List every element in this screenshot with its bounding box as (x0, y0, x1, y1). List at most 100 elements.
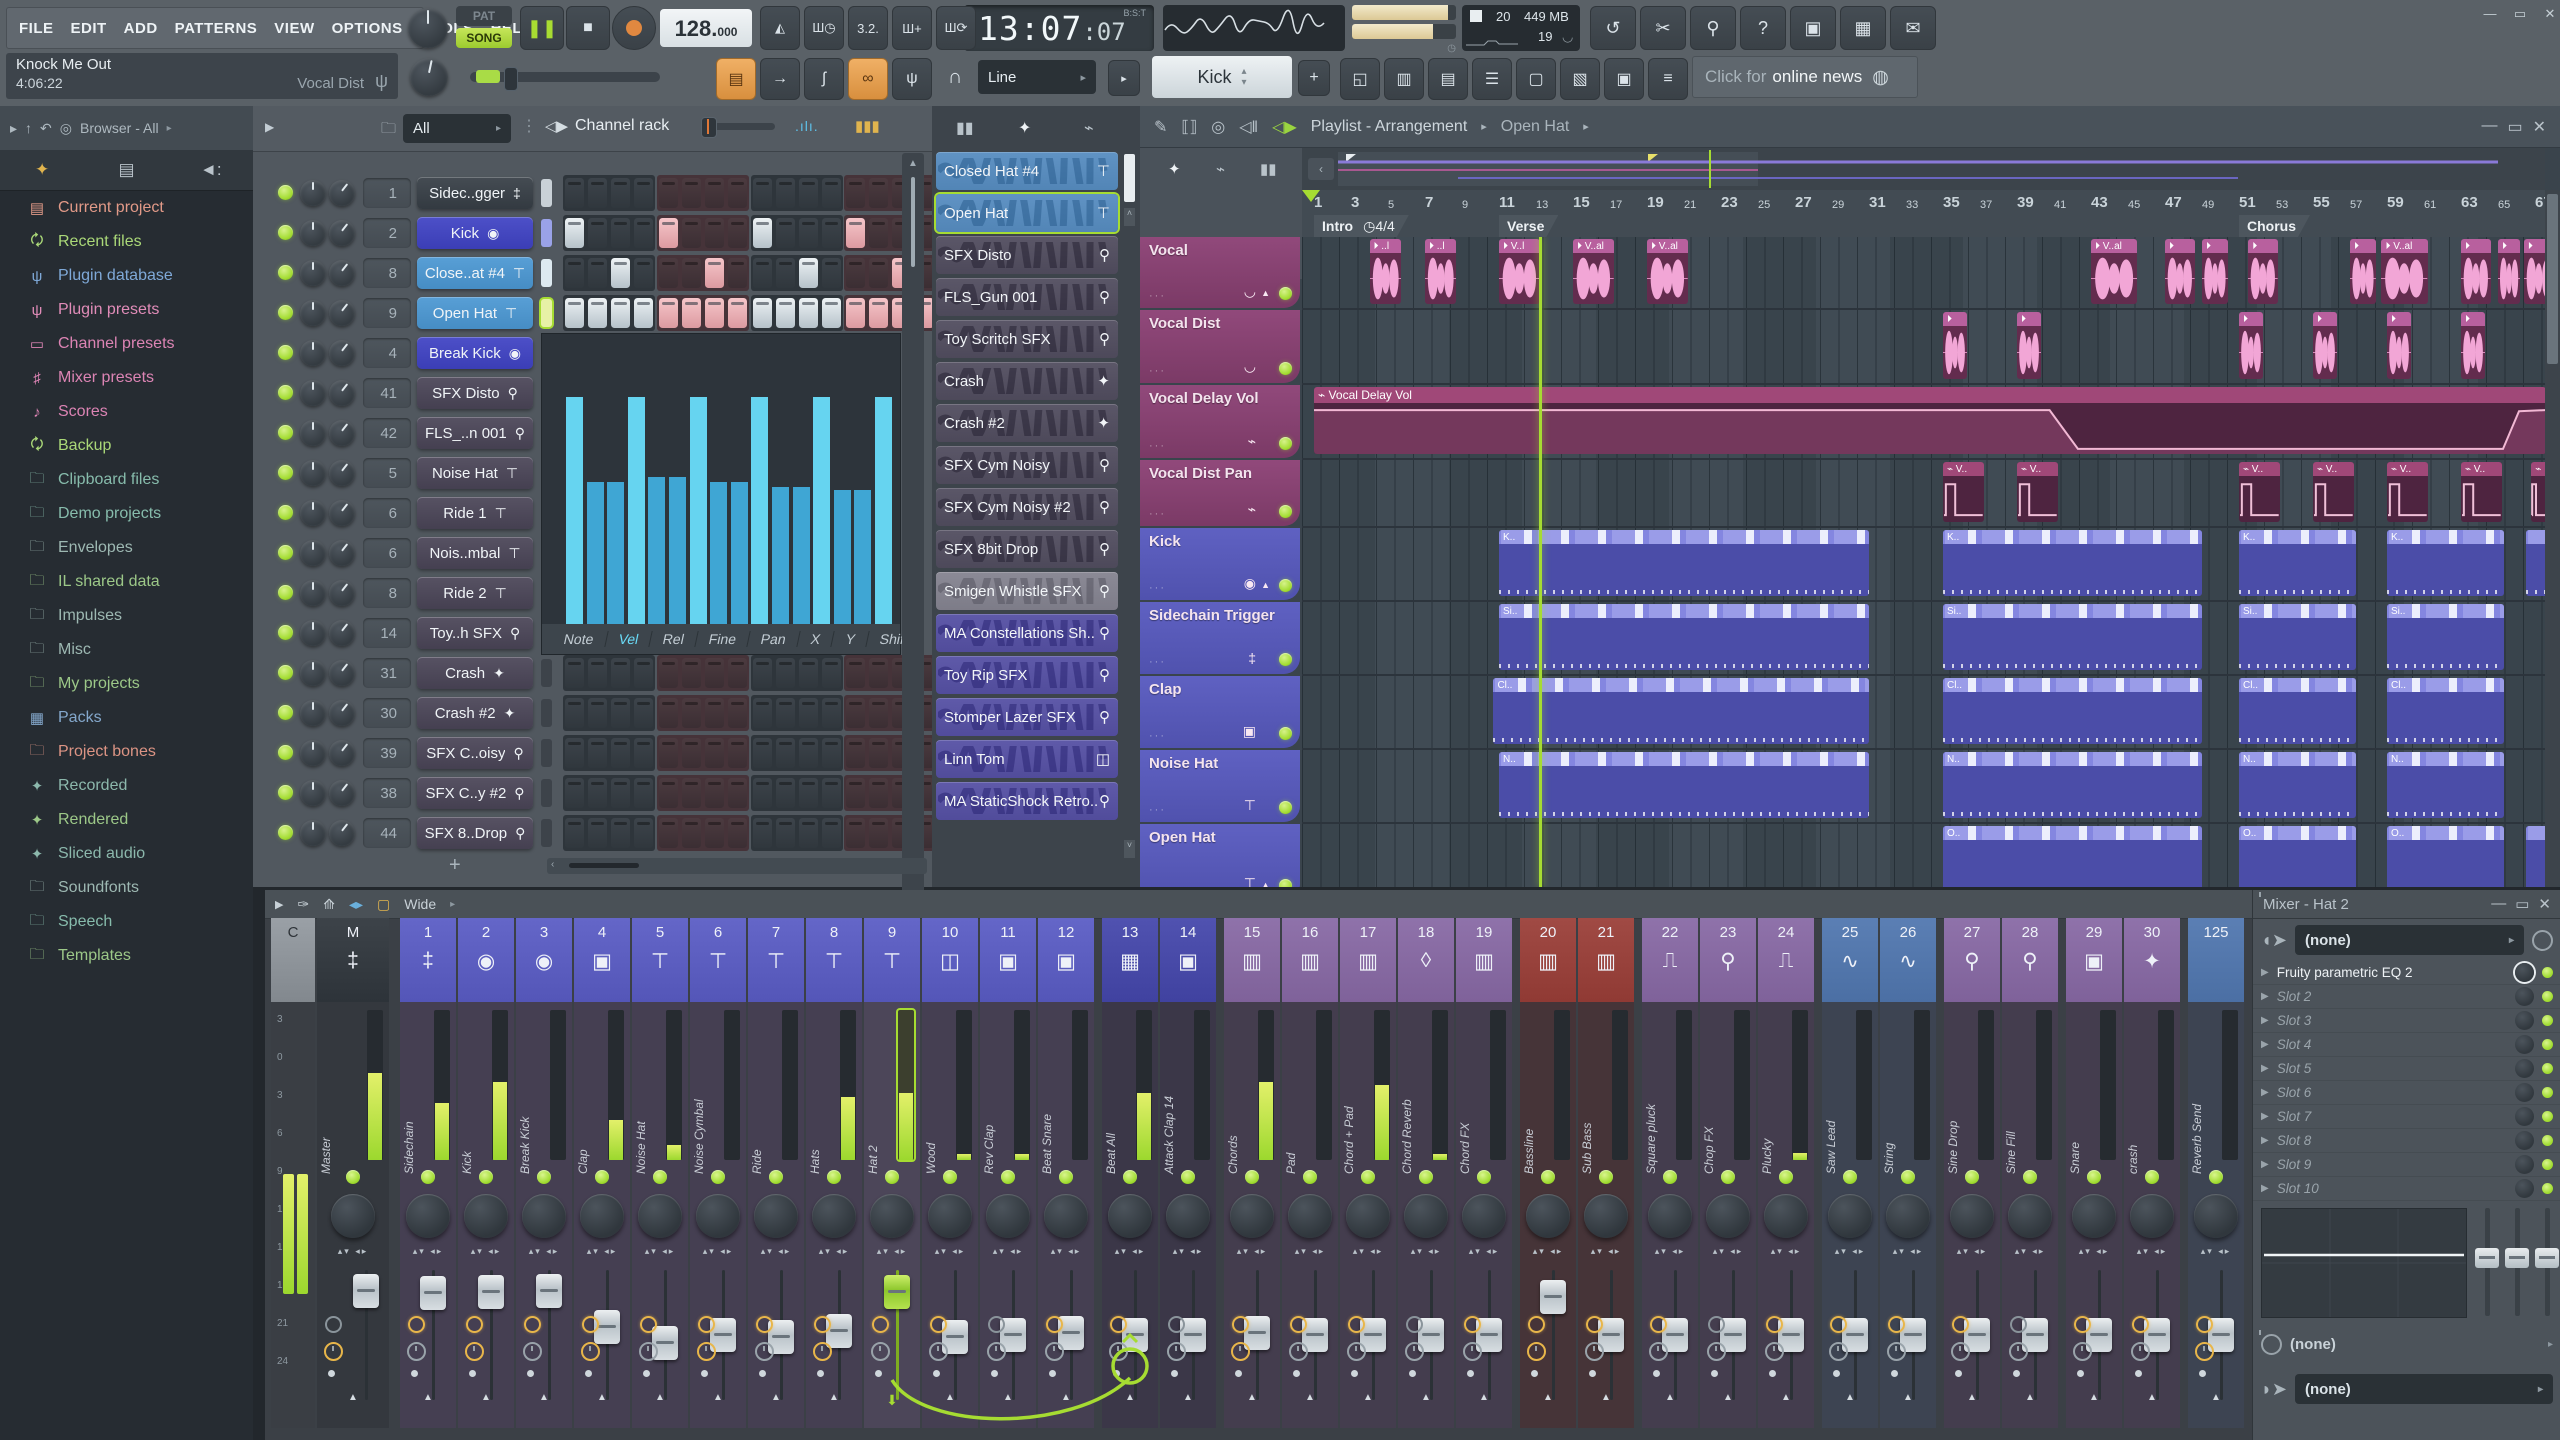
fx-lamp-icon[interactable] (1952, 1316, 1969, 1333)
step-button[interactable] (681, 258, 701, 288)
channel-led[interactable] (278, 265, 293, 280)
strip-route-arrow[interactable]: ▲ (748, 1392, 804, 1403)
audio-clip[interactable]: ⏵ (2350, 239, 2376, 304)
pattern-clip[interactable]: Cl.. (1493, 678, 1869, 744)
pattern-clip[interactable]: N.. (1499, 752, 1869, 818)
mixer-strip-master[interactable]: M ‡ Master ▴▾ ◂▸ ▲ (317, 918, 389, 1428)
step-button[interactable] (634, 178, 653, 208)
graph-editor-toggle-icon[interactable]: .ılı. (795, 118, 819, 134)
slot-enable-led[interactable] (2542, 1183, 2553, 1194)
browser-item-templates[interactable]: 🗀 Templates (0, 939, 253, 973)
track-options-dots[interactable]: ··· (1149, 656, 1166, 668)
track-led[interactable] (1279, 362, 1292, 375)
strip-route-arrow[interactable]: ▲ (1700, 1392, 1756, 1403)
audio-clip[interactable]: ⏵ V..al (2091, 239, 2138, 304)
audio-clip[interactable]: ⏵ (2387, 312, 2412, 379)
rack-collapse-icon[interactable]: ▶ (265, 120, 274, 134)
channel-pan-knob[interactable] (300, 540, 326, 566)
pattern-clip[interactable]: Si.. (1943, 604, 2202, 670)
browser-up-icon[interactable]: ↑ (25, 120, 32, 136)
autopulse-clip[interactable]: ⌁ V.. (2239, 462, 2280, 522)
browser-collapse-icon[interactable]: ▸ (10, 120, 17, 137)
channel-led[interactable] (278, 225, 293, 240)
input-clock-icon[interactable] (2532, 929, 2553, 951)
strip-pan-knob[interactable] (1230, 1194, 1274, 1238)
channel-volume-knob[interactable] (329, 700, 355, 726)
tempo-display[interactable]: 128. 000 (660, 9, 752, 47)
picker-item-closed-hat-4[interactable]: Closed Hat #4 ⊤ (936, 152, 1118, 190)
strip-pan-knob[interactable] (1706, 1194, 1750, 1238)
pattern-clip[interactable] (2525, 826, 2545, 887)
strip-pan-knob[interactable] (406, 1194, 450, 1238)
strip-clock-icon[interactable] (755, 1342, 774, 1361)
channel-volume-knob[interactable] (329, 540, 355, 566)
channel-volume-knob[interactable] (329, 380, 355, 406)
monitor-mode-select[interactable]: Line ▸ (978, 60, 1096, 94)
step-button[interactable] (727, 698, 747, 728)
multilink-button[interactable]: ψ (892, 58, 932, 100)
channel-led[interactable] (278, 505, 293, 520)
strip-clock-icon[interactable] (465, 1342, 484, 1361)
step-button[interactable] (565, 178, 584, 208)
strip-route-arrow[interactable]: ▲ (1102, 1392, 1158, 1403)
mixer-strip-chop-fx[interactable]: 23 ⚲ Chop FX ▴▾ ◂▸ ▲ (1700, 918, 1756, 1428)
fx-lamp-icon[interactable] (524, 1316, 541, 1333)
step-button[interactable] (727, 298, 747, 328)
channel-led[interactable] (278, 625, 293, 640)
strip-pan-knob[interactable] (754, 1194, 798, 1238)
slot-enable-led[interactable] (2542, 1087, 2553, 1098)
strip-mute-dot[interactable] (1769, 1370, 1776, 1377)
strip-clock-icon[interactable] (523, 1342, 542, 1361)
rack-vscrollbar[interactable]: ▲ ▼ (902, 153, 924, 913)
step-button[interactable] (611, 258, 630, 288)
fx-lamp-icon[interactable] (1110, 1316, 1127, 1333)
pattern-clip[interactable]: Cl.. (2239, 678, 2356, 744)
slot-enable-led[interactable] (2542, 1039, 2553, 1050)
mixer-layout-icon[interactable]: ▢ (377, 896, 390, 913)
strip-clock-icon[interactable] (1951, 1342, 1970, 1361)
channel-pattern-number[interactable]: 8 (363, 578, 411, 608)
step-button[interactable] (634, 658, 653, 688)
channel-button[interactable]: Close..at #4 ⊤ (417, 257, 533, 289)
strip-pan-knob[interactable] (1044, 1194, 1088, 1238)
slot-mix-knob[interactable] (2515, 1035, 2534, 1054)
track-led[interactable] (1279, 287, 1292, 300)
strip-fader[interactable] (478, 1274, 504, 1309)
step-button[interactable] (634, 258, 653, 288)
audio-clip[interactable]: ⏵ ..l (1425, 239, 1457, 304)
strip-route-arrow[interactable]: ▲ (2124, 1392, 2180, 1403)
smoothing-slider[interactable] (470, 67, 660, 91)
graph-tab-fine[interactable]: Fine (695, 631, 751, 647)
fx-lamp-icon[interactable] (1348, 1316, 1365, 1333)
track-header-clap[interactable]: Clap ··· ▣ (1140, 676, 1300, 748)
strip-clock-icon[interactable] (697, 1342, 716, 1361)
slot-mix-knob[interactable] (2515, 1155, 2534, 1174)
strip-header[interactable]: 24 ⎍ (1758, 918, 1814, 1002)
pattern-clip[interactable]: K.. (2387, 530, 2504, 596)
send-clock-icon[interactable] (2261, 1334, 2282, 1355)
strip-mute-dot[interactable] (2077, 1370, 2084, 1377)
master-volume-slider[interactable] (1352, 5, 1456, 20)
strip-mute-dot[interactable] (2013, 1370, 2020, 1377)
plugins-tab[interactable]: ◄: (169, 160, 253, 180)
playback-tool-icon[interactable]: ◁‖ (1239, 117, 1258, 137)
rack-filter-select[interactable]: All ▸ (403, 114, 511, 143)
strip-route-arrow[interactable]: ▲ (2066, 1392, 2122, 1403)
fx-lamp-icon[interactable] (1830, 1316, 1847, 1333)
fx-lamp-icon[interactable] (1586, 1316, 1603, 1333)
strip-led[interactable] (1965, 1170, 1979, 1184)
picker-item-toy-rip-sfx[interactable]: Toy Rip SFX ⚲ (936, 656, 1118, 694)
track-options-dots[interactable]: ··· (1149, 290, 1166, 302)
strip-sep-pan-arrows[interactable]: ▴▾ ◂▸ (1822, 1246, 1878, 1257)
channel-pattern-number[interactable]: 9 (363, 298, 411, 328)
channel-pattern-number[interactable]: 2 (363, 218, 411, 248)
strip-mute-dot[interactable] (643, 1370, 650, 1377)
channel-button[interactable]: Open Hat ⊤ (417, 297, 533, 329)
step-button[interactable] (846, 258, 866, 288)
strip-mute-dot[interactable] (1113, 1370, 1120, 1377)
picker-item-fls-gun-001[interactable]: FLS_Gun 001 ⚲ (936, 278, 1118, 316)
track-options-dots[interactable]: ··· (1149, 508, 1166, 520)
step-button[interactable] (869, 738, 889, 768)
mixer-strip-kick[interactable]: 2 ◉ Kick ▴▾ ◂▸ ▲ (458, 918, 514, 1428)
mixer-strip-noise-cymbal[interactable]: 6 ⊤ Noise Cymbal ▴▾ ◂▸ ▲ (690, 918, 746, 1428)
